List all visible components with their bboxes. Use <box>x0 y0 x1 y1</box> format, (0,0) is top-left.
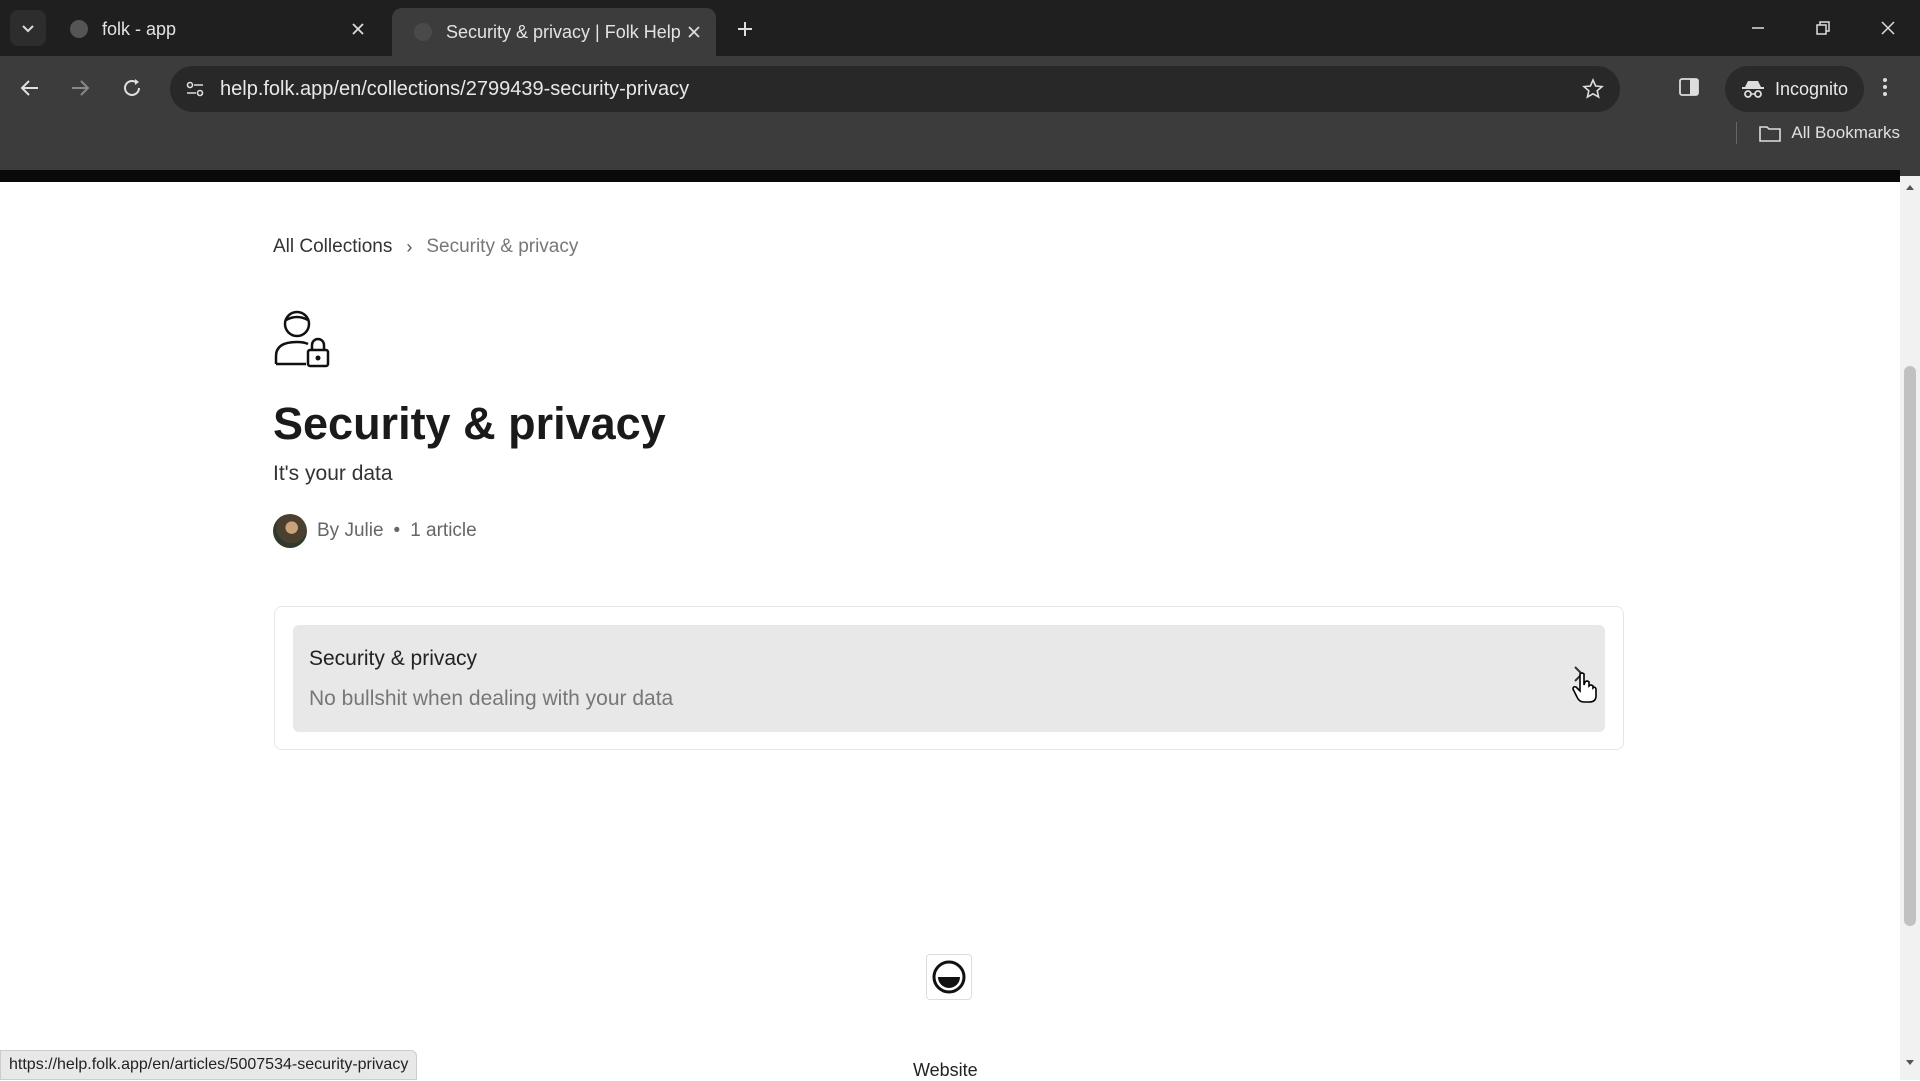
reload-icon <box>124 79 140 96</box>
article-link[interactable]: Security & privacy No bullshit when deal… <box>293 625 1605 732</box>
folk-logo[interactable] <box>926 954 972 1000</box>
address-bar[interactable]: help.folk.app/en/collections/2799439-sec… <box>170 66 1620 112</box>
back-button[interactable] <box>10 68 50 108</box>
article-title: Security & privacy <box>309 647 478 670</box>
plus-icon <box>738 22 752 36</box>
tab-favicon-icon <box>414 23 432 41</box>
folk-logo-icon <box>932 960 966 994</box>
all-bookmarks-button[interactable]: All Bookmarks <box>1736 122 1900 144</box>
scroll-up-icon[interactable] <box>1905 182 1915 192</box>
scroll-down-icon[interactable] <box>1905 1058 1915 1068</box>
folder-icon <box>1759 126 1782 142</box>
breadcrumb: All Collections › Security & privacy <box>273 236 578 258</box>
more-menu-icon[interactable] <box>1880 76 1890 103</box>
side-panel-icon[interactable] <box>1678 76 1700 103</box>
hand-cursor-icon <box>1572 672 1597 703</box>
site-header-strip <box>0 170 1900 182</box>
bookmark-star-icon[interactable] <box>1582 77 1604 105</box>
status-bar-url: https://help.folk.app/en/articles/500753… <box>0 1050 418 1080</box>
footer-website-link[interactable]: Website <box>913 1060 978 1081</box>
avatar <box>273 514 307 548</box>
tab-strip: folk - app Security & privacy | Folk Hel… <box>0 0 1920 56</box>
reload-button[interactable] <box>112 68 152 108</box>
tab-title: folk - app <box>102 18 177 39</box>
incognito-label: Incognito <box>1775 78 1849 99</box>
author-name: By Julie <box>317 520 384 541</box>
minimize-button[interactable] <box>1730 8 1786 48</box>
tab-folk-app[interactable]: folk - app <box>60 8 380 50</box>
arrow-left-icon <box>20 80 38 96</box>
chevron-down-icon <box>22 25 34 33</box>
page-title: Security & privacy <box>273 398 666 449</box>
restore-button[interactable] <box>1795 8 1851 48</box>
minimize-icon <box>1752 27 1764 29</box>
tab-security-privacy[interactable]: Security & privacy | Folk Help & <box>392 8 716 56</box>
user-lock-icon <box>274 310 330 368</box>
close-tab-icon[interactable] <box>344 15 372 43</box>
restore-icon <box>1816 21 1830 35</box>
tab-favicon-icon <box>70 20 88 38</box>
divider <box>1736 122 1738 144</box>
article-count: 1 article <box>410 520 477 541</box>
site-info-icon[interactable] <box>184 78 206 105</box>
scroll-thumb[interactable] <box>1904 366 1916 926</box>
help-center-page: All Collections › Security & privacy Sec… <box>0 182 1900 1080</box>
incognito-icon <box>1742 81 1764 98</box>
close-icon <box>1881 21 1895 35</box>
incognito-indicator[interactable]: Incognito <box>1725 66 1865 112</box>
forward-button[interactable] <box>60 68 100 108</box>
breadcrumb-separator: › <box>406 236 413 257</box>
page-scrollbar[interactable] <box>1900 176 1920 1080</box>
tab-title: Security & privacy | Folk Help & <box>446 21 680 42</box>
url-text: help.folk.app/en/collections/2799439-sec… <box>220 77 690 100</box>
article-list: Security & privacy No bullshit when deal… <box>274 606 1624 750</box>
close-window-button[interactable] <box>1860 8 1916 48</box>
arrow-right-icon <box>72 80 90 96</box>
article-description: No bullshit when dealing with your data <box>309 687 674 710</box>
new-tab-button[interactable] <box>730 14 760 44</box>
close-tab-icon[interactable] <box>680 18 708 46</box>
all-bookmarks-label: All Bookmarks <box>1791 123 1900 142</box>
author-info: By Julie • 1 article <box>273 514 477 548</box>
breadcrumb-current: Security & privacy <box>426 236 579 257</box>
breadcrumb-all-collections[interactable]: All Collections <box>273 236 392 258</box>
browser-toolbar: help.folk.app/en/collections/2799439-sec… <box>0 56 1920 176</box>
bullet-separator: • <box>393 520 401 541</box>
tab-search-button[interactable] <box>10 10 46 46</box>
page-subtitle: It's your data <box>273 462 393 485</box>
